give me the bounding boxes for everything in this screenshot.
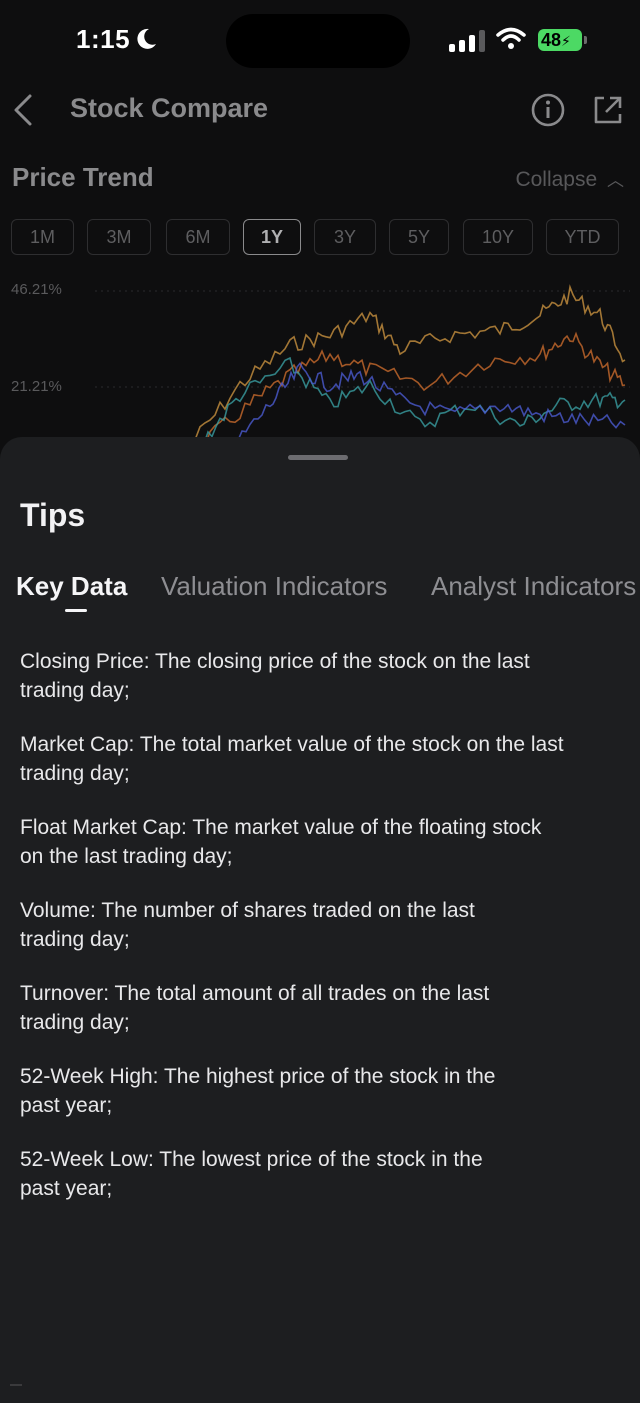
sheet-tabs: Key Data Valuation Indicators Analyst In… bbox=[0, 571, 640, 621]
tip-52-week-high: 52-Week High: The highest price of the s… bbox=[20, 1065, 496, 1117]
moon-icon bbox=[137, 28, 156, 49]
range-tab-1y[interactable]: 1Y bbox=[243, 219, 301, 255]
range-tab-1m[interactable]: 1M bbox=[11, 219, 74, 255]
screen: 1:15 48⚡ Stock Compare Price Trend Colla… bbox=[0, 0, 640, 1403]
status-time: 1:15 bbox=[76, 24, 131, 54]
share-icon[interactable] bbox=[590, 92, 626, 128]
back-chevron-icon[interactable] bbox=[8, 92, 40, 128]
nav-header: Stock Compare bbox=[0, 80, 640, 140]
range-tab-3y[interactable]: 3Y bbox=[314, 219, 376, 255]
tab-key-data[interactable]: Key Data bbox=[16, 571, 127, 602]
tip-turnover: Turnover: The total amount of all trades… bbox=[20, 982, 490, 1034]
wifi-icon bbox=[496, 27, 526, 49]
chevron-up-icon: ︿ bbox=[607, 171, 624, 190]
range-tabs: 1M 3M 6M 1Y 3Y 5Y 10Y YTD bbox=[11, 219, 631, 257]
battery-level: 48 bbox=[541, 30, 562, 50]
range-tab-6m[interactable]: 6M bbox=[166, 219, 230, 255]
battery-cap bbox=[584, 36, 587, 44]
range-tab-3m[interactable]: 3M bbox=[87, 219, 151, 255]
info-icon[interactable] bbox=[530, 92, 566, 128]
price-trend-chart: 46.21% 21.21% bbox=[0, 275, 640, 440]
collapse-label: Collapse bbox=[515, 168, 598, 191]
status-bar: 1:15 48⚡ bbox=[0, 0, 640, 80]
sheet-title: Tips bbox=[20, 497, 86, 533]
tip-market-cap: Market Cap: The total market value of th… bbox=[20, 733, 564, 785]
corner-mark bbox=[10, 1384, 22, 1386]
tips-list: Closing Price: The closing price of the … bbox=[20, 647, 620, 1228]
sheet-grabber-handle[interactable] bbox=[288, 455, 348, 460]
tips-bottom-sheet: Tips Key Data Valuation Indicators Analy… bbox=[0, 437, 640, 1403]
chart-svg bbox=[95, 284, 630, 440]
range-tab-10y[interactable]: 10Y bbox=[463, 219, 533, 255]
tab-analyst-indicators[interactable]: Analyst Indicators bbox=[431, 571, 636, 602]
page-title: Stock Compare bbox=[70, 93, 269, 123]
dynamic-island bbox=[226, 14, 410, 68]
series-line-4 bbox=[232, 362, 626, 440]
range-tab-5y[interactable]: 5Y bbox=[389, 219, 449, 255]
tip-52-week-low: 52-Week Low: The lowest price of the sto… bbox=[20, 1148, 483, 1200]
price-trend-title: Price Trend bbox=[12, 162, 154, 192]
tip-closing-price: Closing Price: The closing price of the … bbox=[20, 650, 530, 702]
tip-volume: Volume: The number of shares traded on t… bbox=[20, 899, 475, 951]
series-line-3 bbox=[204, 356, 626, 440]
series-line-1 bbox=[193, 284, 626, 440]
cellular-signal-icon bbox=[449, 30, 485, 52]
battery-icon: 48⚡ bbox=[538, 29, 582, 51]
tip-float-market-cap: Float Market Cap: The market value of th… bbox=[20, 816, 542, 868]
collapse-button[interactable]: Collapse ︿ bbox=[515, 166, 624, 192]
tab-valuation-indicators[interactable]: Valuation Indicators bbox=[161, 571, 387, 602]
range-tab-ytd[interactable]: YTD bbox=[546, 219, 619, 255]
active-tab-indicator bbox=[65, 609, 87, 612]
